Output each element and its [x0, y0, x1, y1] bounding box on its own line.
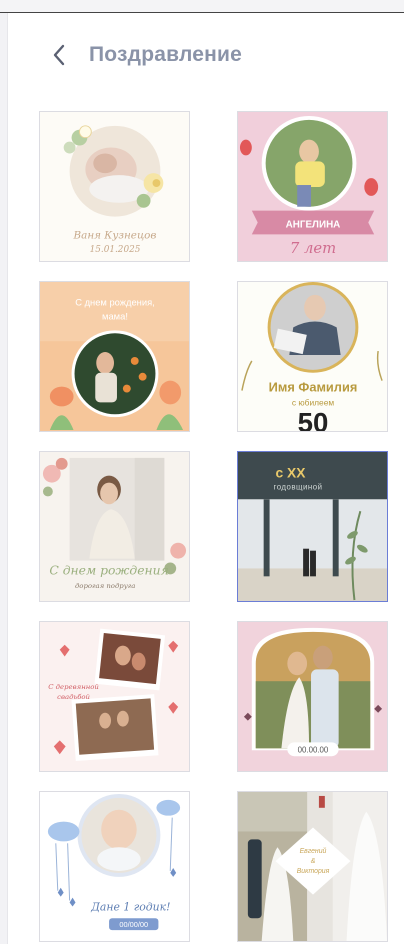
jubilee-subtitle: с юбилеем [292, 397, 334, 407]
friend-title: С днем рождения [49, 563, 168, 577]
wedding-name2: Виктория [297, 868, 330, 875]
template-card-anniversary-xx[interactable]: с XX годовщиной [237, 451, 388, 602]
first-year-date: 00/00/00 [119, 920, 148, 929]
page-title: Поздравление [89, 43, 242, 66]
panel-header: Поздравление [10, 34, 404, 78]
mom-line2: мама! [102, 311, 128, 321]
baby-name: Ваня Кузнецов [73, 229, 157, 241]
girl-name: АНГЕЛИНА [286, 219, 341, 230]
template-card-evgeny-victoria[interactable]: Евгений & Виктория [237, 791, 388, 942]
template-preview: Евгений & Виктория [238, 792, 387, 941]
template-preview: АНГЕЛИНА 7 лет [238, 112, 387, 261]
template-card-mom-birthday[interactable]: С днем рождения, мама! [39, 281, 190, 432]
template-card-baby-first-year[interactable]: Дане 1 годик! 00/00/00 [39, 791, 190, 942]
template-preview: Дане 1 годик! 00/00/00 [40, 792, 189, 941]
template-card-baby[interactable]: Ваня Кузнецов 15.01.2025 [39, 111, 190, 262]
template-preview: 00.00.00 [238, 622, 387, 771]
template-card-couple[interactable]: 00.00.00 [237, 621, 388, 772]
first-year-title: Дане 1 годик! [90, 900, 170, 913]
friend-subtitle: дорогая подруга [75, 582, 135, 590]
template-card-friend-birthday[interactable]: С днем рождения дорогая подруга [39, 451, 190, 602]
wedding-amp: & [311, 858, 316, 865]
template-card-girl-7[interactable]: АНГЕЛИНА 7 лет [237, 111, 388, 262]
template-preview: Имя Фамилия с юбилеем 50 [238, 282, 387, 431]
jubilee-number: 50 [298, 407, 329, 431]
wedding-name1: Евгений [300, 847, 327, 855]
xx-title: с XX [275, 465, 306, 481]
template-preview: с XX годовщиной [238, 452, 387, 601]
template-preview: Ваня Кузнецов 15.01.2025 [40, 112, 189, 261]
template-preview: С днем рождения дорогая подруга [40, 452, 189, 601]
couple-date: 00.00.00 [298, 745, 329, 754]
template-preview: С днем рождения, мама! [40, 282, 189, 431]
back-button[interactable] [46, 42, 72, 68]
xx-subtitle: годовщиной [274, 482, 323, 491]
baby-date: 15.01.2025 [90, 245, 141, 255]
jubilee-name: Имя Фамилия [269, 380, 358, 395]
template-card-wooden-wedding[interactable]: С деревянной свадьбой [39, 621, 190, 772]
template-preview: С деревянной свадьбой [40, 622, 189, 771]
mom-line1: С днем рождения, [75, 298, 155, 308]
wedding-line1: С деревянной [48, 683, 99, 691]
chevron-left-icon [53, 44, 65, 66]
girl-age: 7 лет [290, 240, 336, 257]
window-top-bar [0, 0, 404, 13]
template-card-jubilee[interactable]: Имя Фамилия с юбилеем 50 [237, 281, 388, 432]
left-panel-rail [0, 13, 8, 944]
wedding-line2: свадьбой [57, 693, 90, 701]
